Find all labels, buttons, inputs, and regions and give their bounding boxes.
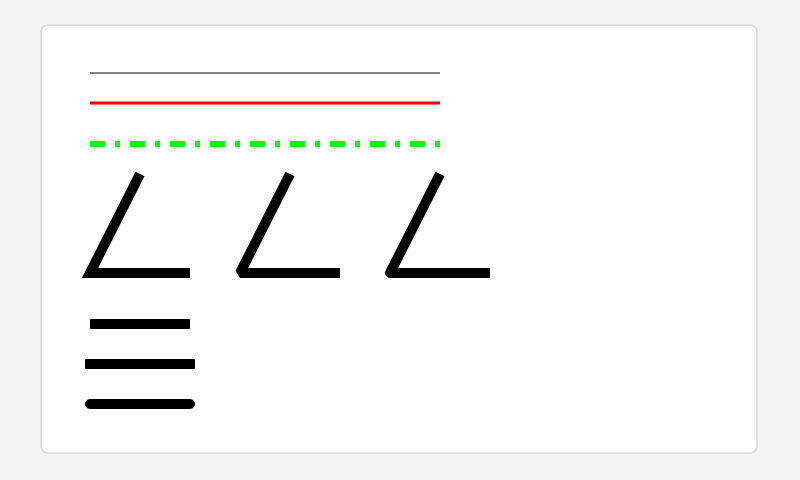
round-join-sample — [385, 171, 490, 278]
line-style-diagram — [81, 72, 490, 409]
bevel-join-sample — [235, 171, 340, 278]
miter-join-sample — [81, 171, 190, 278]
